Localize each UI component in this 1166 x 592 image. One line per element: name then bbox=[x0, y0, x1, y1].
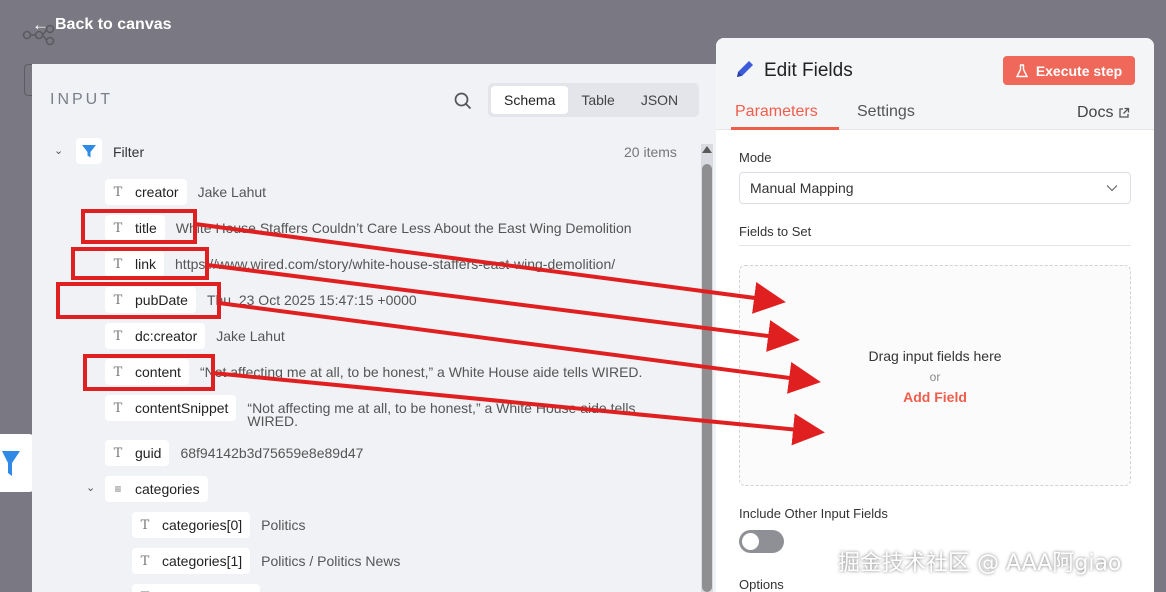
annotation-arrow-title bbox=[194, 222, 786, 314]
highlight-box-link bbox=[71, 247, 209, 280]
highlight-box-title bbox=[81, 209, 197, 244]
highlight-box-pubdate bbox=[56, 282, 221, 319]
watermark: 掘金技术社区 @ AAA阿giao bbox=[838, 551, 1122, 576]
annotation-arrow-content bbox=[212, 371, 825, 446]
annotation-overlay bbox=[56, 209, 825, 446]
annotation-arrow-link bbox=[206, 263, 800, 352]
annotation-arrow-pubdate bbox=[218, 301, 821, 394]
highlight-box-content bbox=[83, 354, 215, 391]
